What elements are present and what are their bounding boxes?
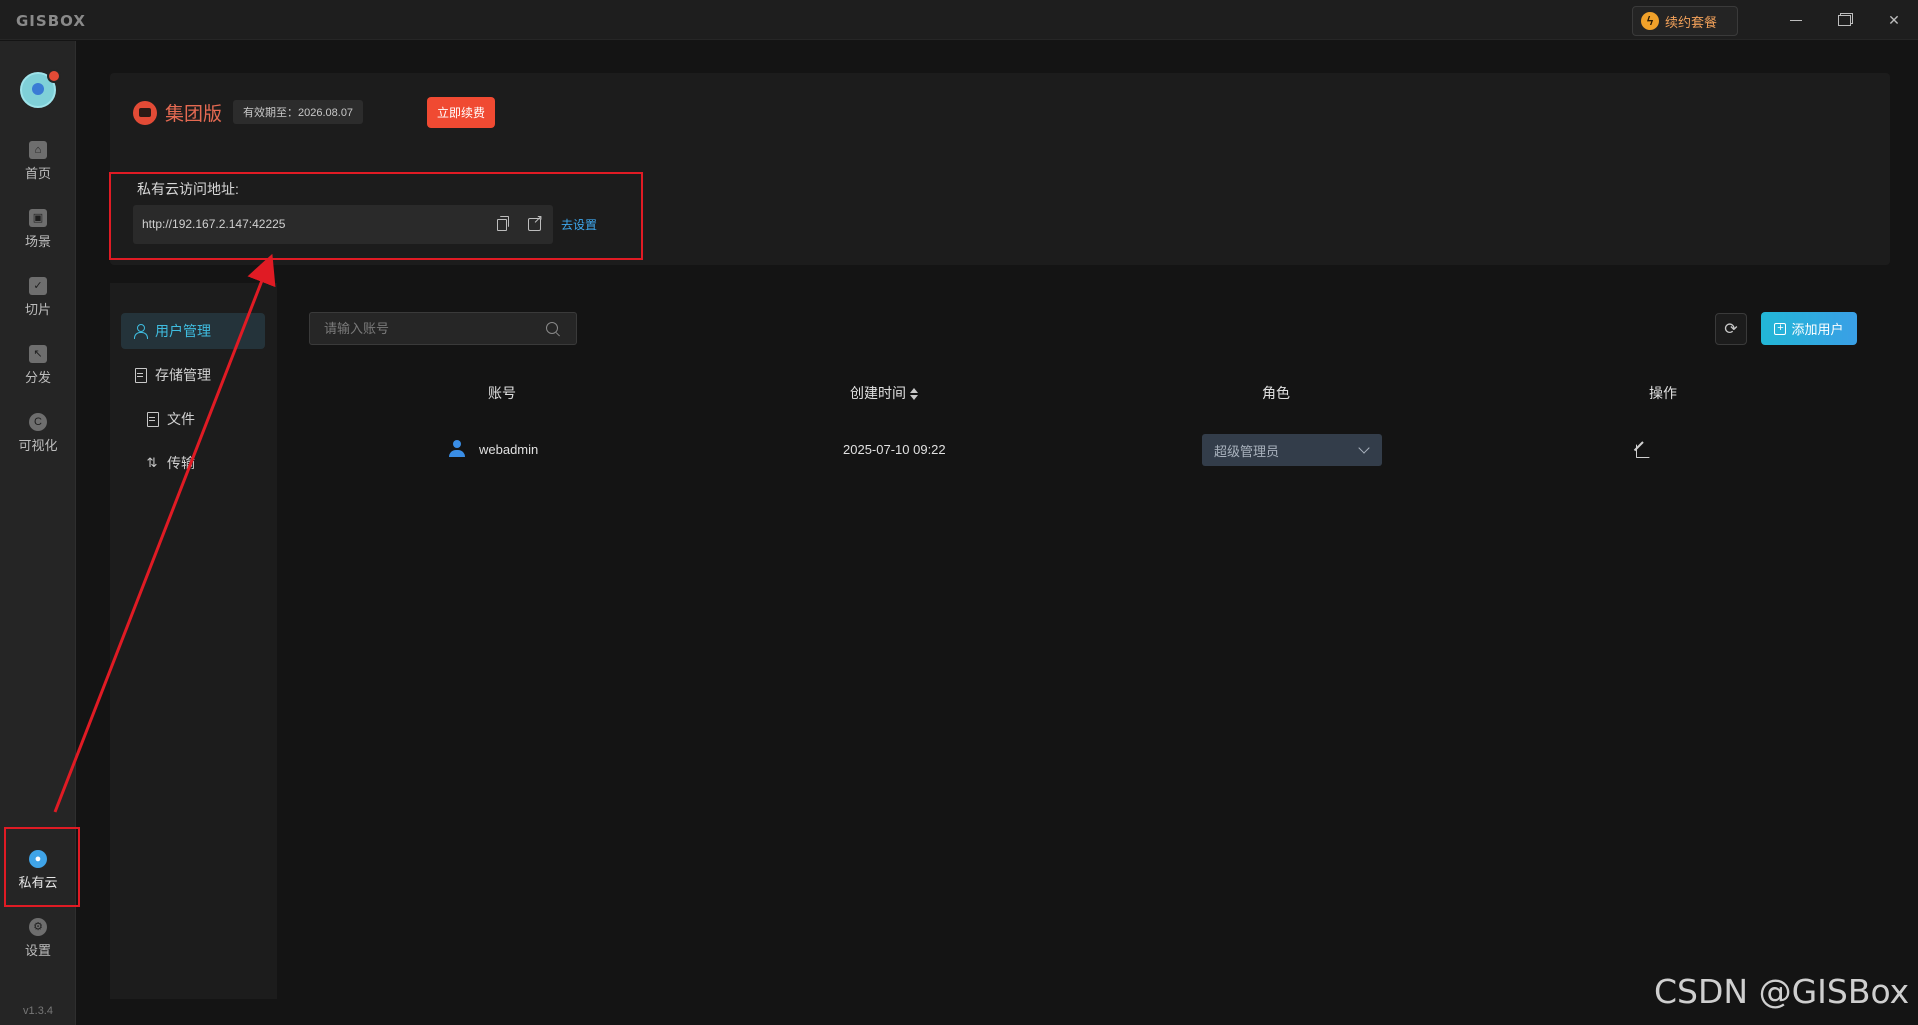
notification-badge: [47, 69, 61, 83]
visual-icon: C: [29, 412, 47, 431]
renew-now-button[interactable]: 立即续费: [427, 97, 495, 128]
cube-icon: ▣: [29, 208, 47, 227]
cell-created: 2025-07-10 09:22: [843, 442, 946, 457]
minimize-button[interactable]: [1784, 8, 1808, 32]
nav-item-tiles[interactable]: ✓ 切片: [0, 269, 76, 325]
restore-button[interactable]: [1832, 8, 1856, 32]
column-header-role: 角色: [1262, 385, 1290, 401]
column-header-created[interactable]: 创建时间: [850, 383, 918, 403]
annotation-box-url: [109, 172, 643, 260]
settings-icon: ⚙: [29, 917, 47, 936]
nav-item-settings[interactable]: ⚙ 设置: [0, 910, 76, 966]
refresh-icon: ⟳: [1724, 321, 1738, 338]
nav-item-home[interactable]: ⌂ 首页: [0, 133, 76, 189]
tile-icon: ✓: [29, 276, 47, 295]
nav-label: 设置: [24, 942, 51, 958]
close-button[interactable]: [1882, 8, 1906, 32]
storage-icon: [133, 368, 147, 383]
edit-icon[interactable]: [1636, 442, 1652, 458]
user-icon: [449, 440, 465, 458]
role-select[interactable]: 超级管理员: [1202, 434, 1382, 466]
nav-label: 场景: [24, 233, 51, 249]
renew-package-button[interactable]: ϟ 续约套餐: [1632, 6, 1738, 36]
nav-item-visualization[interactable]: C 可视化: [0, 405, 76, 461]
publish-icon: ↖: [29, 344, 47, 363]
nav-label: 切片: [24, 301, 51, 317]
search-icon[interactable]: [546, 322, 560, 336]
plus-icon: +: [1774, 322, 1787, 335]
column-header-actions: 操作: [1649, 385, 1677, 401]
chevron-down-icon: [1358, 442, 1370, 454]
add-user-button[interactable]: + 添加用户: [1761, 312, 1857, 345]
account-search: [309, 312, 577, 345]
nav-label: 可视化: [18, 437, 58, 453]
edition-icon: [133, 101, 157, 125]
column-header-label: 创建时间: [850, 385, 906, 401]
submenu-label: 存储管理: [155, 367, 211, 383]
refresh-button[interactable]: ⟳: [1715, 313, 1747, 345]
search-input[interactable]: [310, 313, 540, 344]
cell-account: webadmin: [479, 442, 539, 457]
nav-item-publish[interactable]: ↖ 分发: [0, 337, 76, 393]
nav-item-scene[interactable]: ▣ 场景: [0, 201, 76, 257]
submenu-files[interactable]: 文件: [145, 409, 195, 429]
expiry-badge: 有效期至：2026.08.07: [233, 100, 364, 124]
role-select-value: 超级管理员: [1214, 443, 1280, 459]
submenu-label: 文件: [167, 411, 195, 427]
add-user-label: 添加用户: [1791, 322, 1844, 337]
private-cloud-submenu: [110, 283, 277, 999]
user-icon: [133, 324, 148, 339]
watermark: CSDN @GISBox: [1654, 972, 1910, 1011]
nav-label: 分发: [24, 369, 51, 385]
edition-title: 集团版: [165, 104, 223, 125]
sort-icon[interactable]: [910, 388, 918, 401]
submenu-label: 传输: [167, 455, 195, 471]
annotation-box-nav: [4, 827, 80, 907]
home-icon: ⌂: [29, 140, 47, 159]
submenu-user-management[interactable]: 用户管理: [121, 313, 265, 349]
file-icon: [145, 412, 159, 427]
title-bar: GISBOX ϟ 续约套餐: [0, 0, 1918, 40]
submenu-storage-management[interactable]: 存储管理: [133, 365, 211, 385]
app-logo: GISBOX: [16, 12, 86, 30]
lightning-icon: ϟ: [1641, 12, 1659, 30]
transfer-icon: ⇅: [146, 455, 158, 470]
nav-label: 首页: [24, 165, 51, 181]
renew-package-label: 续约套餐: [1665, 14, 1718, 30]
version-label: v1.3.4: [23, 1005, 53, 1017]
submenu-label: 用户管理: [155, 323, 211, 339]
column-header-account: 账号: [488, 385, 516, 401]
submenu-transfer[interactable]: ⇅ 传输: [145, 453, 195, 473]
